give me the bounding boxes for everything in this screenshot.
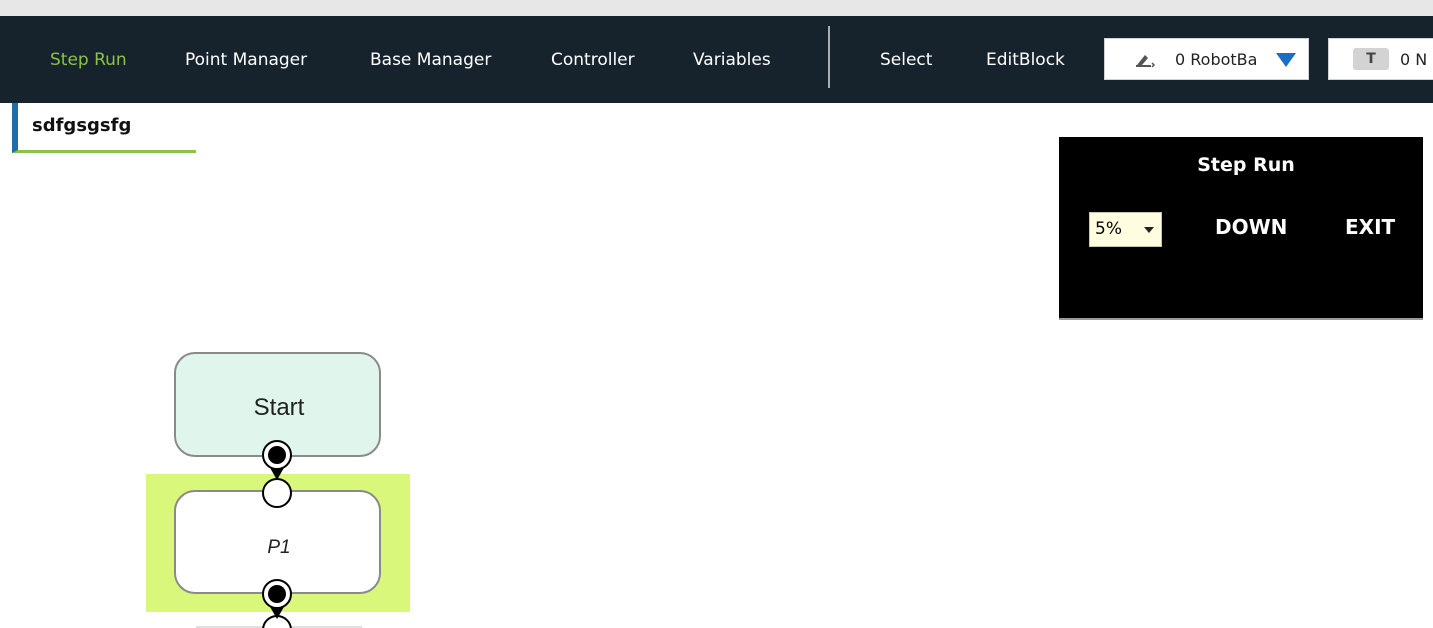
start-label: Start [254,394,305,421]
flowchart-canvas: Start P1 [146,352,410,628]
connector-p1-next [262,579,292,628]
p1-label: P1 [267,537,290,558]
input-port-icon[interactable] [262,478,292,508]
